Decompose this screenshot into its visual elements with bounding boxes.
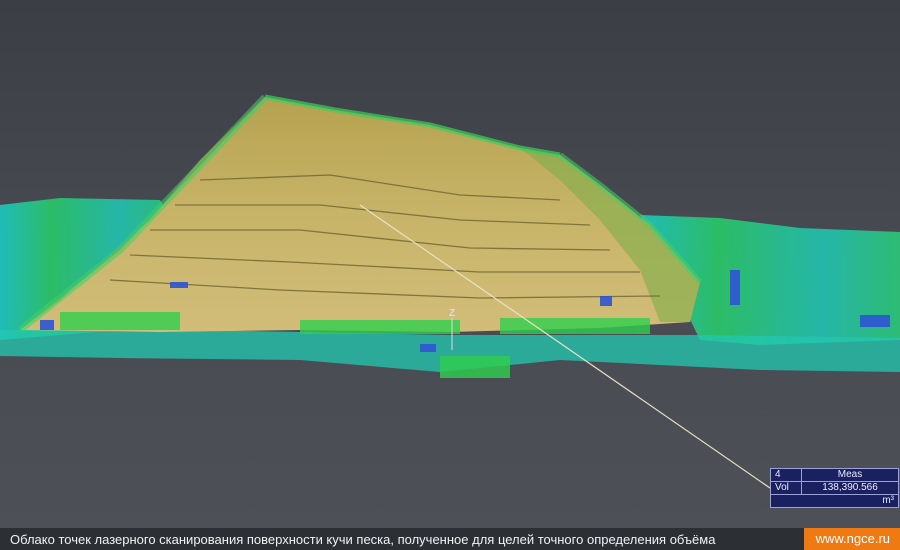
- measure-header: Meas: [837, 469, 863, 480]
- measure-value-row: Vol 138,390.566: [771, 482, 898, 495]
- measure-value: 138,390.566: [822, 482, 878, 493]
- measure-id: 4: [771, 469, 802, 481]
- z-axis-label: Z: [449, 308, 456, 319]
- measure-header-row: 4 Meas: [771, 469, 898, 482]
- caption-bar: Облако точек лазерного сканирования пове…: [0, 528, 900, 550]
- volume-measurement-box[interactable]: 4 Meas Vol 138,390.566 m³: [770, 468, 899, 508]
- measure-unit: m³: [882, 495, 894, 506]
- site-link[interactable]: www.ngce.ru: [803, 528, 900, 550]
- point-cloud-viewport[interactable]: Z 4 Meas Vol 138,390.566 m³: [0, 0, 900, 528]
- point-cloud-scene: [0, 94, 900, 489]
- measure-row-label: Vol: [771, 482, 802, 494]
- caption-text: Облако точек лазерного сканирования пове…: [10, 531, 716, 547]
